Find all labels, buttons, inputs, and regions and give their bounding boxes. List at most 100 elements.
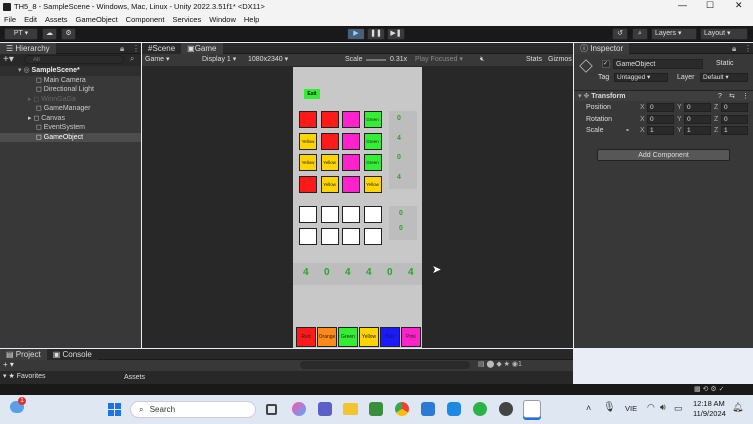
collab-icon[interactable]: ⚙	[61, 28, 76, 40]
tab-game[interactable]: ▣Game	[181, 43, 223, 54]
search-icon[interactable]: ⌕	[632, 28, 648, 40]
notifications-icon[interactable]: 🔔︎	[732, 402, 743, 413]
add-icon[interactable]: +▾	[3, 54, 14, 65]
chevron-up-icon[interactable]: ˄	[586, 403, 591, 413]
transform-rotation-z-field[interactable]: 0	[721, 114, 748, 124]
gizmos-button[interactable]: Gizmos	[548, 54, 572, 66]
filter-icon[interactable]: ⌕	[130, 54, 134, 64]
clock-date[interactable]: 11/9/2024	[693, 409, 726, 418]
hierarchy-item-selected[interactable]: ◻ GameObject	[0, 132, 141, 142]
peg-cell[interactable]: Green	[363, 111, 382, 128]
menu-icon[interactable]: ⋮	[742, 91, 749, 102]
active-checkbox[interactable]: ✓	[602, 60, 610, 68]
step-button[interactable]: ▶❚	[387, 28, 405, 40]
tab-project[interactable]: ▤ Project	[0, 349, 47, 360]
peg-cell[interactable]: Yellow	[363, 175, 382, 193]
hierarchy-search-input[interactable]	[24, 55, 124, 64]
hierarchy-item[interactable]: ◻ EventSystem	[0, 123, 141, 133]
answer-slot[interactable]	[363, 227, 382, 245]
peg-cell[interactable]: Yellow	[299, 154, 317, 171]
palette-button-red[interactable]: Red	[296, 327, 316, 347]
tab-scene[interactable]: #Scene	[142, 43, 182, 54]
hierarchy-item[interactable]: ▸ ◻ WinnGaGa	[0, 95, 141, 105]
wifi-icon[interactable]: ◠	[647, 402, 655, 413]
menu-file[interactable]: File	[0, 14, 20, 26]
add-icon[interactable]: + ▾	[3, 360, 14, 369]
close-button[interactable]: ✕	[735, 0, 743, 11]
play-focused-dropdown[interactable]: Play Focused ▾	[415, 54, 463, 66]
transform-rotation-x-field[interactable]: 0	[647, 114, 674, 124]
vscode-icon[interactable]	[421, 402, 435, 416]
resolution-dropdown[interactable]: 1080x2340 ▾	[248, 54, 288, 66]
lock-icon[interactable]: 🔒︎	[732, 44, 736, 54]
palette-button-pink[interactable]: Pink	[401, 327, 421, 347]
volume-icon[interactable]: 🔊︎	[660, 402, 666, 413]
hierarchy-item[interactable]: ◻ Main Camera	[0, 76, 141, 86]
teams-icon[interactable]	[318, 402, 332, 416]
menu-edit[interactable]: Edit	[20, 14, 41, 26]
peg-cell[interactable]: Green	[363, 132, 382, 150]
answer-slot[interactable]	[342, 206, 360, 223]
peg-cell[interactable]	[342, 132, 360, 150]
tab-hierarchy[interactable]: ☰ Hierarchy	[0, 43, 56, 54]
scene-root[interactable]: ▾ ◎ SampleScene*	[0, 66, 141, 76]
hierarchy-item[interactable]: ◻ GameManager	[0, 104, 141, 114]
help-icon[interactable]: ?	[718, 91, 722, 102]
microphone-icon[interactable]: 🎙︎	[603, 402, 616, 413]
add-component-button[interactable]: Add Component	[597, 149, 730, 161]
unity-editor-icon[interactable]	[523, 400, 541, 418]
account-button[interactable]: PT ▾	[4, 28, 38, 40]
clock-time[interactable]: 12:18 AM	[693, 399, 725, 408]
layers-dropdown[interactable]: Layers ▾	[651, 28, 697, 40]
transform-rotation-y-field[interactable]: 0	[684, 114, 711, 124]
peg-cell[interactable]: Green	[363, 154, 382, 171]
scale-slider[interactable]	[366, 59, 386, 61]
layout-dropdown[interactable]: Layout ▾	[700, 28, 748, 40]
answer-slot[interactable]	[342, 227, 360, 245]
transform-position-x-field[interactable]: 0	[647, 103, 674, 112]
stats-button[interactable]: Stats	[526, 54, 542, 66]
zalo-icon[interactable]	[447, 402, 461, 416]
gameobject-name-field[interactable]	[613, 59, 703, 69]
preset-icon[interactable]: ⇆	[729, 91, 735, 102]
menu-assets[interactable]: Assets	[41, 14, 72, 26]
game-viewport[interactable]: Exit Green Yellow Green Yellow Yellow Green Ye…	[293, 67, 422, 348]
taskbar-search[interactable]: ⌕ Search	[130, 401, 256, 418]
status-icons[interactable]: ▩ ⟲ ⚙ ✓	[694, 385, 724, 393]
start-button[interactable]	[108, 403, 121, 416]
menu-component[interactable]: Component	[122, 14, 169, 26]
more-icon[interactable]: ⋮	[744, 44, 752, 53]
peg-cell[interactable]: Yellow	[299, 132, 317, 150]
answer-slot[interactable]	[299, 227, 317, 245]
lock-icon[interactable]: 🔒︎	[120, 44, 124, 54]
peg-cell[interactable]	[299, 175, 317, 193]
layer-dropdown[interactable]: Default ▾	[700, 73, 748, 82]
peg-cell[interactable]	[299, 111, 317, 128]
answer-slot[interactable]	[320, 206, 339, 223]
history-icon[interactable]: ↺	[612, 28, 628, 40]
exit-button[interactable]: Exit	[304, 89, 320, 99]
audio-icon[interactable]: 🔇︎	[480, 54, 484, 66]
transform-position-z-field[interactable]: 0	[721, 103, 748, 112]
static-toggle[interactable]: Static	[716, 60, 734, 67]
pause-button[interactable]: ❚❚	[367, 28, 385, 40]
tag-dropdown[interactable]: Untagged ▾	[614, 73, 668, 82]
unity-hub-icon[interactable]	[499, 402, 513, 416]
answer-slot[interactable]	[363, 206, 382, 223]
project-search-input[interactable]	[300, 361, 470, 369]
answer-slot[interactable]	[299, 206, 317, 223]
more-icon[interactable]: ⋮	[132, 44, 140, 53]
favorites-folder[interactable]: ▾ ★ Favorites	[3, 372, 45, 380]
palette-button-yellow[interactable]: Yellow	[359, 327, 379, 347]
task-view-icon[interactable]	[266, 404, 277, 415]
transform-scale-x-field[interactable]: 1	[647, 126, 674, 135]
peg-cell[interactable]	[320, 111, 339, 128]
peg-cell[interactable]: Yellow	[320, 154, 339, 171]
app-icon[interactable]	[473, 402, 487, 416]
toolbar-icons[interactable]: ▤ ⬤ ◆ ★ ◉1	[478, 360, 522, 368]
chrome-icon[interactable]	[395, 402, 409, 416]
maximize-button[interactable]: ☐	[706, 0, 714, 11]
palette-button-green[interactable]: Green	[338, 327, 358, 347]
peg-cell[interactable]	[342, 175, 360, 193]
answer-slot[interactable]	[320, 227, 339, 245]
